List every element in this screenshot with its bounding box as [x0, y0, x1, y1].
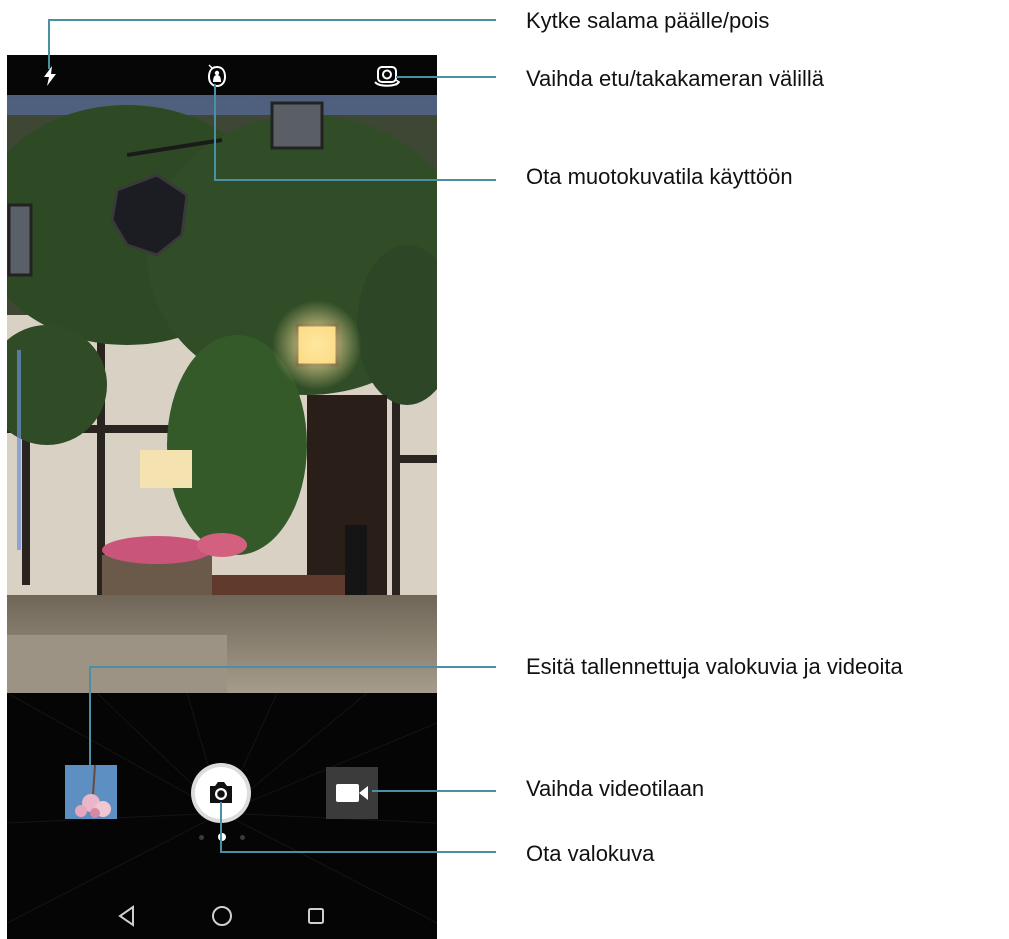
flash-icon[interactable] [41, 65, 59, 87]
gallery-thumbnail-image [65, 765, 117, 819]
callout-portrait-mode: Ota muotokuvatila käyttöön [526, 164, 793, 189]
switch-camera-icon[interactable] [373, 64, 401, 88]
video-camera-icon [336, 784, 368, 802]
camera-viewfinder[interactable] [7, 95, 437, 693]
video-mode-button[interactable] [326, 767, 378, 819]
callout-flash: Kytke salama päälle/pois [526, 8, 770, 33]
camera-shutter-icon [191, 763, 251, 823]
portrait-mode-icon[interactable] [205, 63, 229, 89]
camera-top-bar [7, 55, 437, 95]
viewfinder-scene [7, 95, 437, 693]
callout-capture: Ota valokuva [526, 841, 655, 866]
gallery-thumbnail[interactable] [65, 765, 117, 819]
home-circle-icon[interactable] [211, 905, 233, 927]
recents-square-icon[interactable] [307, 907, 325, 925]
mode-pager-dot-active [218, 833, 226, 841]
callout-switch-camera: Vaihda etu/takakameran välillä [526, 66, 824, 91]
back-triangle-icon[interactable] [117, 905, 137, 927]
callout-gallery: Esitä tallennettuja valokuvia ja videoit… [526, 654, 903, 679]
shutter-button[interactable] [190, 762, 252, 824]
callout-video-mode: Vaihda videotilaan [526, 776, 705, 801]
camera-app-screen [7, 55, 437, 939]
mode-pager-dot [199, 835, 204, 840]
mode-pager-dot [240, 835, 245, 840]
